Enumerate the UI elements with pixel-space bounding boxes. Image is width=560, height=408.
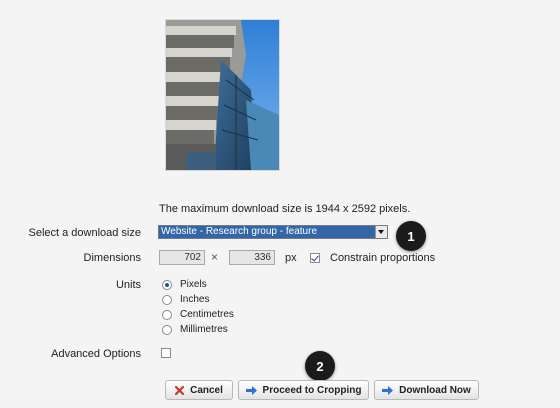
radio-button[interactable]	[162, 280, 172, 290]
constrain-proportions-checkbox[interactable]	[310, 253, 320, 263]
dimensions-label: Dimensions	[83, 252, 141, 264]
advanced-options-checkbox[interactable]	[161, 348, 171, 358]
height-input[interactable]: 336	[229, 250, 275, 265]
max-size-info: The maximum download size is 1944 x 2592…	[159, 203, 411, 215]
proceed-to-cropping-button[interactable]: Proceed to Cropping	[238, 380, 369, 400]
building-photo	[165, 19, 280, 171]
advanced-options-label: Advanced Options	[51, 348, 141, 360]
width-input[interactable]: 702	[159, 250, 205, 265]
units-option-label: Millimetres	[180, 324, 228, 335]
arrow-right-icon	[382, 385, 394, 395]
units-option-label: Pixels	[180, 279, 207, 290]
download-size-select[interactable]: Website - Research group - feature	[158, 225, 388, 239]
units-label: Units	[115, 279, 141, 291]
callout-badge-2: 2	[305, 351, 335, 381]
download-size-value: Website - Research group - feature	[159, 226, 375, 238]
proceed-to-cropping-label: Proceed to Cropping	[262, 384, 362, 396]
callout-badge-1: 1	[396, 221, 426, 251]
download-now-label: Download Now	[399, 384, 471, 396]
close-icon	[175, 385, 185, 395]
radio-button[interactable]	[162, 325, 172, 335]
cancel-button[interactable]: Cancel	[165, 380, 233, 400]
units-option-label: Inches	[180, 294, 210, 305]
px-unit-label: px	[285, 252, 297, 264]
download-size-label: Select a download size	[28, 227, 141, 239]
times-symbol: ×	[211, 250, 219, 264]
chevron-down-icon[interactable]	[375, 226, 387, 238]
download-now-button[interactable]: Download Now	[374, 380, 479, 400]
constrain-proportions-label: Constrain proportions	[330, 252, 436, 264]
radio-button[interactable]	[162, 295, 172, 305]
cancel-label: Cancel	[190, 384, 223, 396]
units-option-label: Centimetres	[180, 309, 234, 320]
radio-button[interactable]	[162, 310, 172, 320]
arrow-right-icon	[245, 385, 257, 395]
